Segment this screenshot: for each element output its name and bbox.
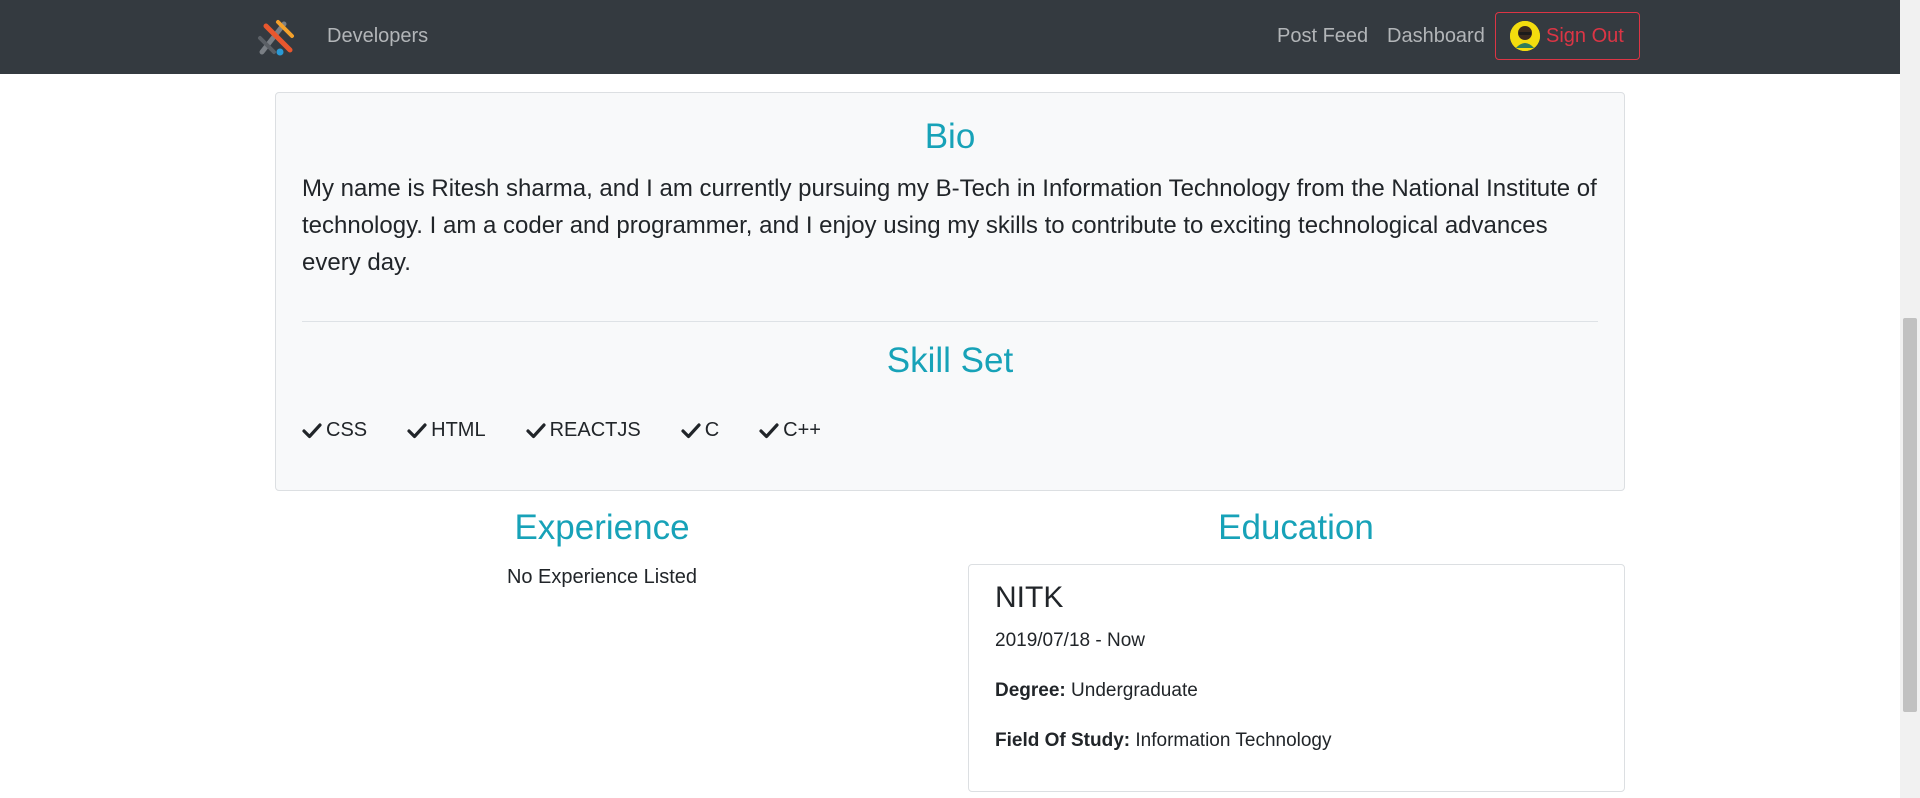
skill-set-heading: Skill Set <box>886 341 1014 380</box>
avatar-icon <box>1510 21 1540 51</box>
experience-empty-text: No Experience Listed <box>506 566 698 588</box>
check-icon <box>759 422 779 438</box>
nav-link-post-feed[interactable]: Post Feed <box>1277 25 1368 48</box>
skill-label: REACTJS <box>549 419 641 441</box>
bio-text: My name is Ritesh sharma, and I am curre… <box>302 175 1597 276</box>
degree-value: Undergraduate <box>1071 680 1198 701</box>
education-dates: 2019/07/18 - Now <box>995 630 1145 651</box>
skill-item: C <box>681 419 719 442</box>
field-of-study-label: Field Of Study: <box>995 730 1131 751</box>
education-card: NITK 2019/07/18 - Now Degree: Undergradu… <box>968 564 1625 792</box>
check-icon <box>525 422 546 438</box>
avatar <box>1510 21 1540 51</box>
education-degree: Degree: Undergraduate <box>995 680 1198 702</box>
navbar: Developers Post Feed Dashboard Sign Out <box>0 0 1900 74</box>
experience-heading: Experience <box>514 508 690 547</box>
divider <box>302 321 1598 322</box>
school-name: NITK <box>995 581 1064 614</box>
skill-list: CSS HTML REACTJS C C++ <box>302 419 821 442</box>
nav-link-dashboard[interactable]: Dashboard <box>1387 25 1485 48</box>
check-icon <box>681 422 701 438</box>
skill-item: HTML <box>407 419 486 442</box>
check-icon <box>407 422 427 438</box>
skill-item: CSS <box>302 419 367 442</box>
skill-item: REACTJS <box>525 419 641 442</box>
skill-label: C <box>704 419 720 441</box>
scrollbar-thumb[interactable] <box>1903 318 1917 712</box>
bio-heading: Bio <box>924 117 976 156</box>
sign-out-label: Sign Out <box>1546 24 1624 47</box>
skill-label: CSS <box>326 419 368 441</box>
degree-label: Degree: <box>995 680 1066 701</box>
skill-item: C++ <box>759 419 821 442</box>
education-heading: Education <box>1218 508 1374 547</box>
skill-label: C++ <box>783 419 821 441</box>
bio-card: Bio My name is Ritesh sharma, and I am c… <box>275 92 1625 491</box>
brand-link[interactable]: Developers <box>327 25 428 48</box>
field-of-study-value: Information Technology <box>1135 730 1332 751</box>
skill-label: HTML <box>431 419 486 441</box>
check-icon <box>302 422 322 438</box>
sign-out-button[interactable]: Sign Out <box>1495 12 1640 60</box>
logo-icon[interactable] <box>256 16 298 58</box>
education-field-of-study: Field Of Study: Information Technology <box>995 730 1332 752</box>
